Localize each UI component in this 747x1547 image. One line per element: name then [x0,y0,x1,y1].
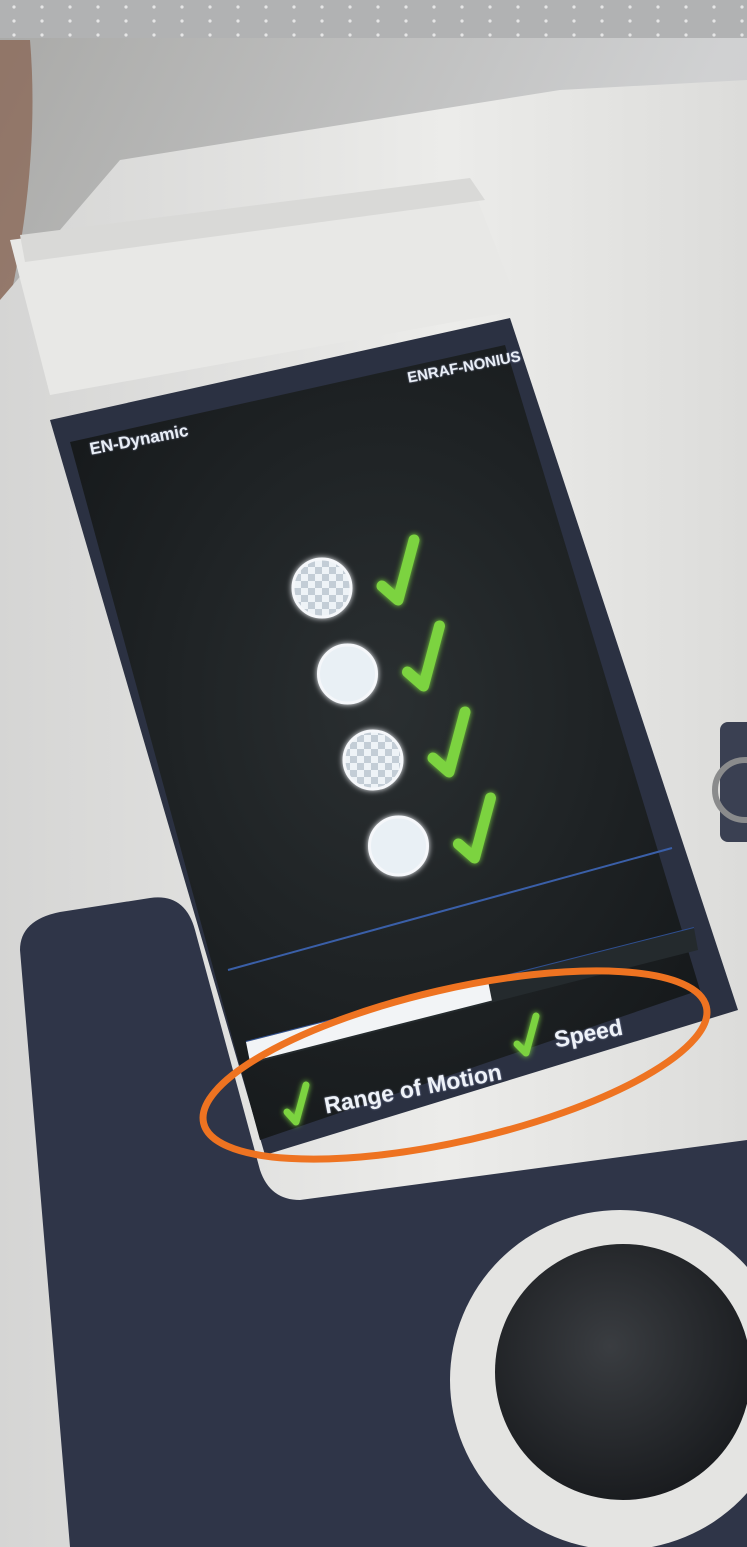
device-photo [0,0,747,1547]
side-button[interactable] [720,722,747,842]
control-knob[interactable] [495,1244,747,1500]
solid-circle-icon [368,815,429,877]
patterned-circle-icon [291,557,353,619]
solid-circle-icon [317,643,378,705]
patterned-circle-icon [342,729,404,791]
